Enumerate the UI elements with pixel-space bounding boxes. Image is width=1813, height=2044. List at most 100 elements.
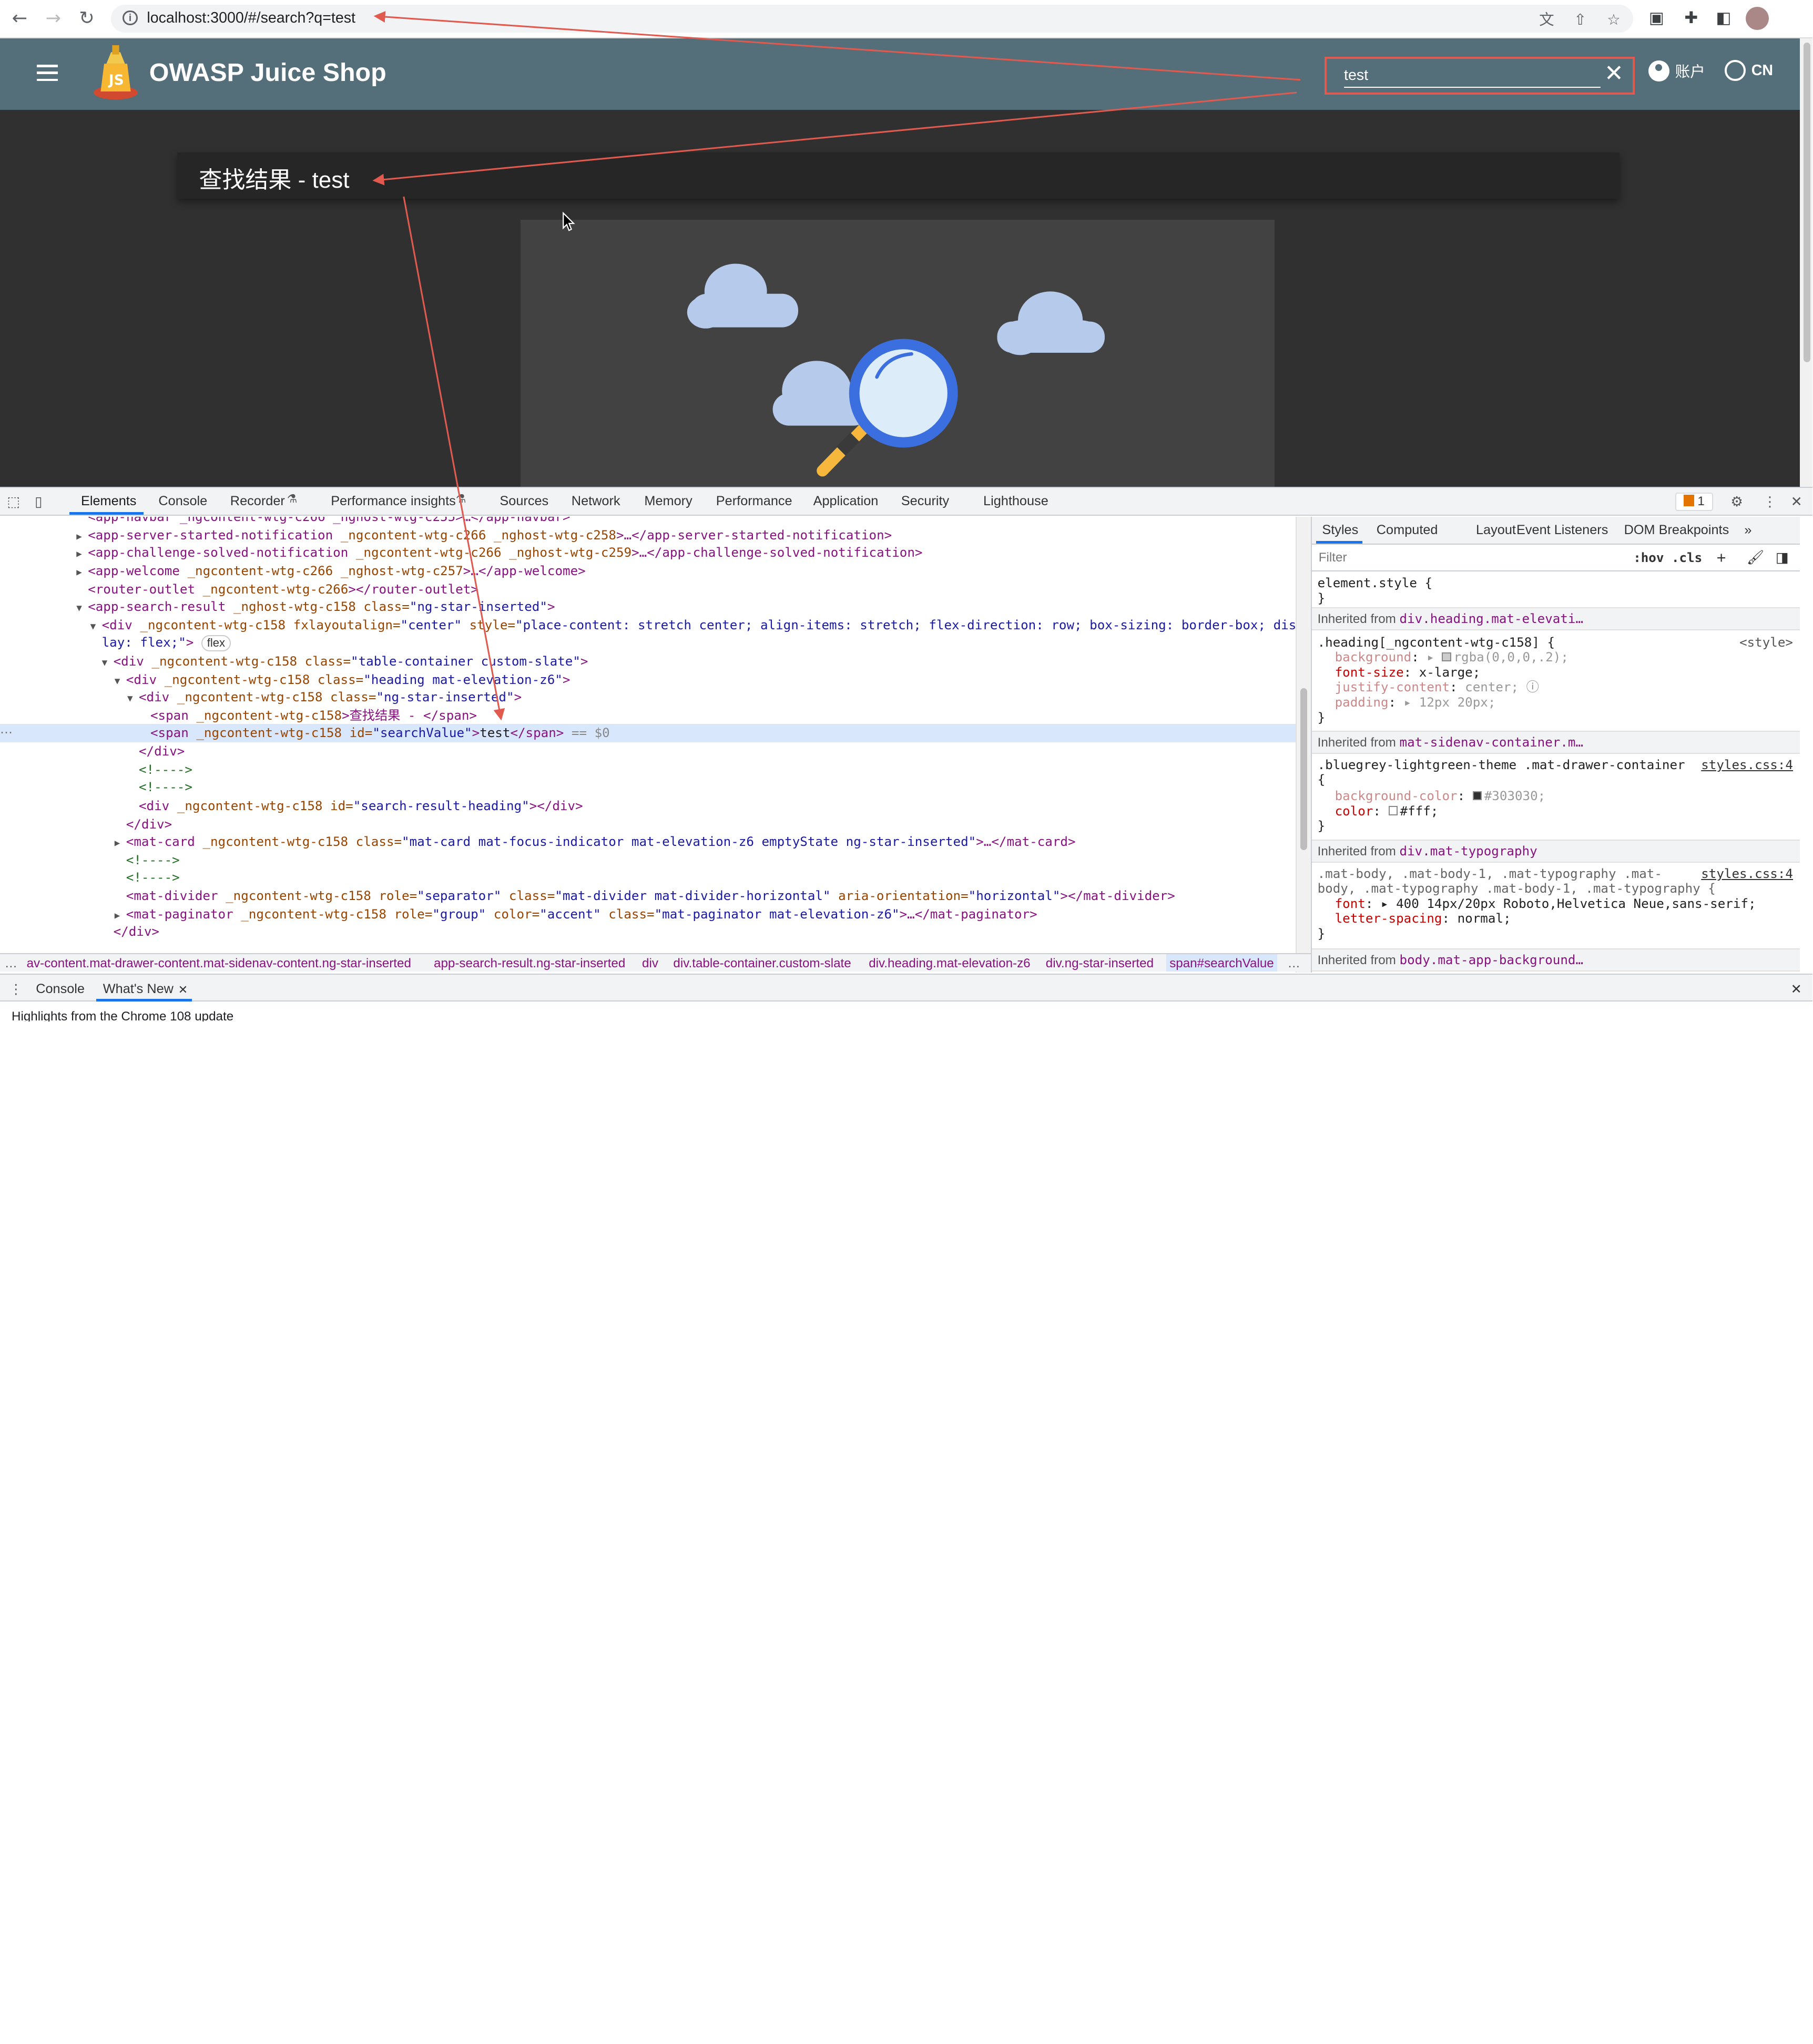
tab-sources[interactable]: Sources — [500, 494, 548, 509]
css-rule-selector[interactable]: .bluegrey-lightgreen-theme .mat-drawer-c… — [1318, 758, 1685, 773]
extension-icon[interactable]: ▣ — [1646, 8, 1667, 29]
rule-source-link[interactable]: styles.css:4 — [1701, 866, 1793, 881]
back-icon[interactable]: ← — [8, 7, 31, 30]
dom-comment[interactable]: <!----> — [0, 868, 1296, 887]
css-declaration[interactable]: letter-spacing: normal; — [1335, 911, 1511, 926]
css-declaration[interactable]: justify-content: center; ⓘ — [1335, 680, 1539, 695]
dom-node[interactable]: ▼ <div _ngcontent-wtg-c158 fxlayoutalign=… — [0, 616, 1296, 635]
sidebar-toggle-icon[interactable]: ◨ — [1776, 549, 1789, 566]
page-scrollbar-thumb[interactable] — [1803, 43, 1810, 362]
page-scrollbar[interactable] — [1800, 38, 1813, 487]
tab-layout[interactable]: Layout — [1476, 523, 1516, 538]
tab-application[interactable]: Application — [813, 494, 879, 509]
tab-network[interactable]: Network — [572, 494, 620, 509]
dom-node[interactable]: <mat-divider _ngcontent-wtg-c158 role="s… — [0, 887, 1296, 905]
css-rule-selector[interactable]: .mat-body, .mat-body-1, .mat-typography … — [1318, 866, 1662, 882]
tab-event-listeners[interactable]: Event Listeners — [1516, 523, 1608, 538]
more-options-icon[interactable]: ⋯ — [0, 725, 13, 740]
rule-source[interactable]: <style> — [1739, 635, 1793, 650]
css-declaration[interactable]: font-size: x-large; — [1335, 665, 1481, 680]
tab-security[interactable]: Security — [901, 494, 949, 509]
dom-node[interactable]: ▶ <mat-paginator _ngcontent-wtg-c158 role… — [0, 905, 1296, 924]
close-icon[interactable]: ✕ — [178, 983, 188, 997]
tab-computed[interactable]: Computed — [1377, 523, 1438, 538]
dom-node-selected[interactable]: <span _ngcontent-wtg-c158 id="searchValu… — [0, 723, 1296, 743]
css-declaration[interactable]: font: ▸ 400 14px/20px Roboto,Helvetica N… — [1335, 896, 1756, 912]
address-bar[interactable]: i localhost:3000/#/search?q=test 文 ⇧ ☆ — [111, 4, 1634, 33]
tab-styles[interactable]: Styles — [1322, 523, 1358, 538]
close-icon[interactable]: ✕ — [1791, 494, 1802, 510]
more-icon[interactable]: … — [5, 954, 17, 972]
breadcrumb-item[interactable]: div.ng-star-inserted — [1046, 954, 1154, 972]
issues-badge[interactable]: 1 — [1675, 492, 1714, 512]
dom-node[interactable]: </div> — [0, 742, 1296, 761]
more-icon[interactable]: … — [1288, 954, 1300, 972]
dom-node[interactable]: <router-outlet _ngcontent-wtg-c266></rou… — [0, 580, 1296, 599]
breadcrumb-item[interactable]: app-search-result.ng-star-inserted — [434, 954, 625, 972]
dom-node[interactable]: <span _ngcontent-wtg-c158>查找结果 - </span> — [0, 707, 1296, 725]
puzzle-icon[interactable]: ✚ — [1681, 8, 1702, 29]
tab-lighthouse[interactable]: Lighthouse — [983, 494, 1048, 509]
drawer-tab-whats-new[interactable]: What's New — [103, 982, 174, 997]
tab-console[interactable]: Console — [158, 494, 207, 509]
breadcrumb-item[interactable]: av-content.mat-drawer-content.mat-sidena… — [27, 954, 411, 972]
app-title[interactable]: OWASP Juice Shop — [149, 58, 386, 87]
dom-scrollbar-thumb[interactable] — [1300, 688, 1307, 850]
tab-recorder[interactable]: Recorder — [230, 494, 285, 509]
dom-node[interactable]: ▶ <app-server-started-notification _ngcon… — [0, 526, 1296, 545]
bookmark-star-icon[interactable]: ☆ — [1604, 11, 1623, 29]
dom-node[interactable]: ▼ <div _ngcontent-wtg-c158 class="ng-star… — [0, 688, 1296, 707]
url-text[interactable]: localhost:3000/#/search?q=test — [147, 9, 355, 27]
breadcrumb-item-selected[interactable]: span#searchValue — [1166, 954, 1278, 972]
css-declaration[interactable]: background: ▸ rgba(0,0,0,.2); — [1335, 650, 1568, 665]
more-options-icon[interactable]: ⋮ — [1763, 494, 1777, 510]
forward-icon[interactable]: → — [42, 7, 65, 30]
account-button[interactable]: 账户 — [1648, 60, 1705, 81]
profile-avatar[interactable] — [1745, 7, 1769, 30]
hov-cls-toggles[interactable]: :hov .cls — [1633, 550, 1702, 565]
tab-performance-insights[interactable]: Performance insights — [331, 494, 456, 509]
breadcrumb-item[interactable]: div — [642, 954, 658, 972]
styles-filter-input[interactable]: Filter — [1319, 550, 1347, 565]
css-rule-selector[interactable]: .heading[_ngcontent-wtg-c158] { — [1318, 635, 1555, 650]
dom-node[interactable]: </div> — [0, 923, 1296, 941]
dom-node[interactable]: ▶ <app-challenge-solved-notification _ngc… — [0, 544, 1296, 562]
language-button[interactable]: CN — [1725, 60, 1773, 81]
tab-elements[interactable]: Elements — [81, 494, 136, 509]
chevron-right-icon[interactable]: » — [1744, 523, 1751, 538]
dom-comment[interactable]: <!----> — [0, 761, 1296, 779]
css-declaration[interactable]: background-color: #303030; — [1335, 789, 1546, 804]
dom-node[interactable]: ▼ <app-search-result _nghost-wtg-c158 cla… — [0, 598, 1296, 616]
tab-memory[interactable]: Memory — [644, 494, 692, 509]
search-input[interactable] — [1344, 64, 1601, 88]
dom-node[interactable]: <app-navbar _ngcontent-wtg-c266 _nghost-… — [0, 517, 1296, 526]
breadcrumb-item[interactable]: div.table-container.custom-slate — [673, 954, 851, 972]
css-rule-selector[interactable]: body, .mat-typography .mat-body-1, .mat-… — [1318, 881, 1716, 896]
more-options-icon[interactable]: ⋮ — [9, 982, 23, 997]
css-declaration[interactable]: padding: ▸ 12px 20px; — [1335, 695, 1496, 710]
element-style-rule[interactable]: element.style { — [1318, 576, 1432, 591]
translate-icon[interactable]: 文 — [1537, 11, 1556, 29]
reload-icon[interactable]: ↻ — [75, 7, 98, 30]
css-declaration[interactable]: color: #fff; — [1335, 804, 1439, 819]
dom-node[interactable]: ▶ <mat-card _ngcontent-wtg-c158 class="ma… — [0, 833, 1296, 851]
site-info-icon[interactable]: i — [123, 10, 138, 26]
dom-node[interactable]: ▶ <app-welcome _ngcontent-wtg-c266 _nghos… — [0, 562, 1296, 580]
paint-icon[interactable]: 🖌 — [1747, 549, 1765, 566]
breadcrumb-item[interactable]: div.heading.mat-elevation-z6 — [869, 954, 1030, 972]
side-panel-icon[interactable]: ◧ — [1713, 8, 1734, 29]
dom-scrollbar[interactable] — [1296, 517, 1311, 973]
juice-shop-logo-icon[interactable]: JS — [93, 45, 141, 101]
inspect-element-icon[interactable]: ⬚ — [7, 494, 20, 510]
dom-node[interactable]: lay: flex;"> flex — [0, 633, 1296, 652]
dom-comment[interactable]: <!----> — [0, 851, 1296, 870]
device-toolbar-icon[interactable]: ▯ — [35, 494, 43, 510]
close-icon[interactable]: ✕ — [1604, 60, 1624, 87]
dom-node[interactable]: </div> — [0, 815, 1296, 834]
dom-comment[interactable]: <!----> — [0, 778, 1296, 796]
share-icon[interactable]: ⇧ — [1571, 11, 1590, 29]
add-rule-icon[interactable]: + — [1717, 548, 1726, 567]
gear-icon[interactable]: ⚙ — [1730, 494, 1743, 510]
drawer-tab-console[interactable]: Console — [36, 982, 85, 997]
dom-node[interactable]: <div _ngcontent-wtg-c158 id="search-resu… — [0, 797, 1296, 815]
